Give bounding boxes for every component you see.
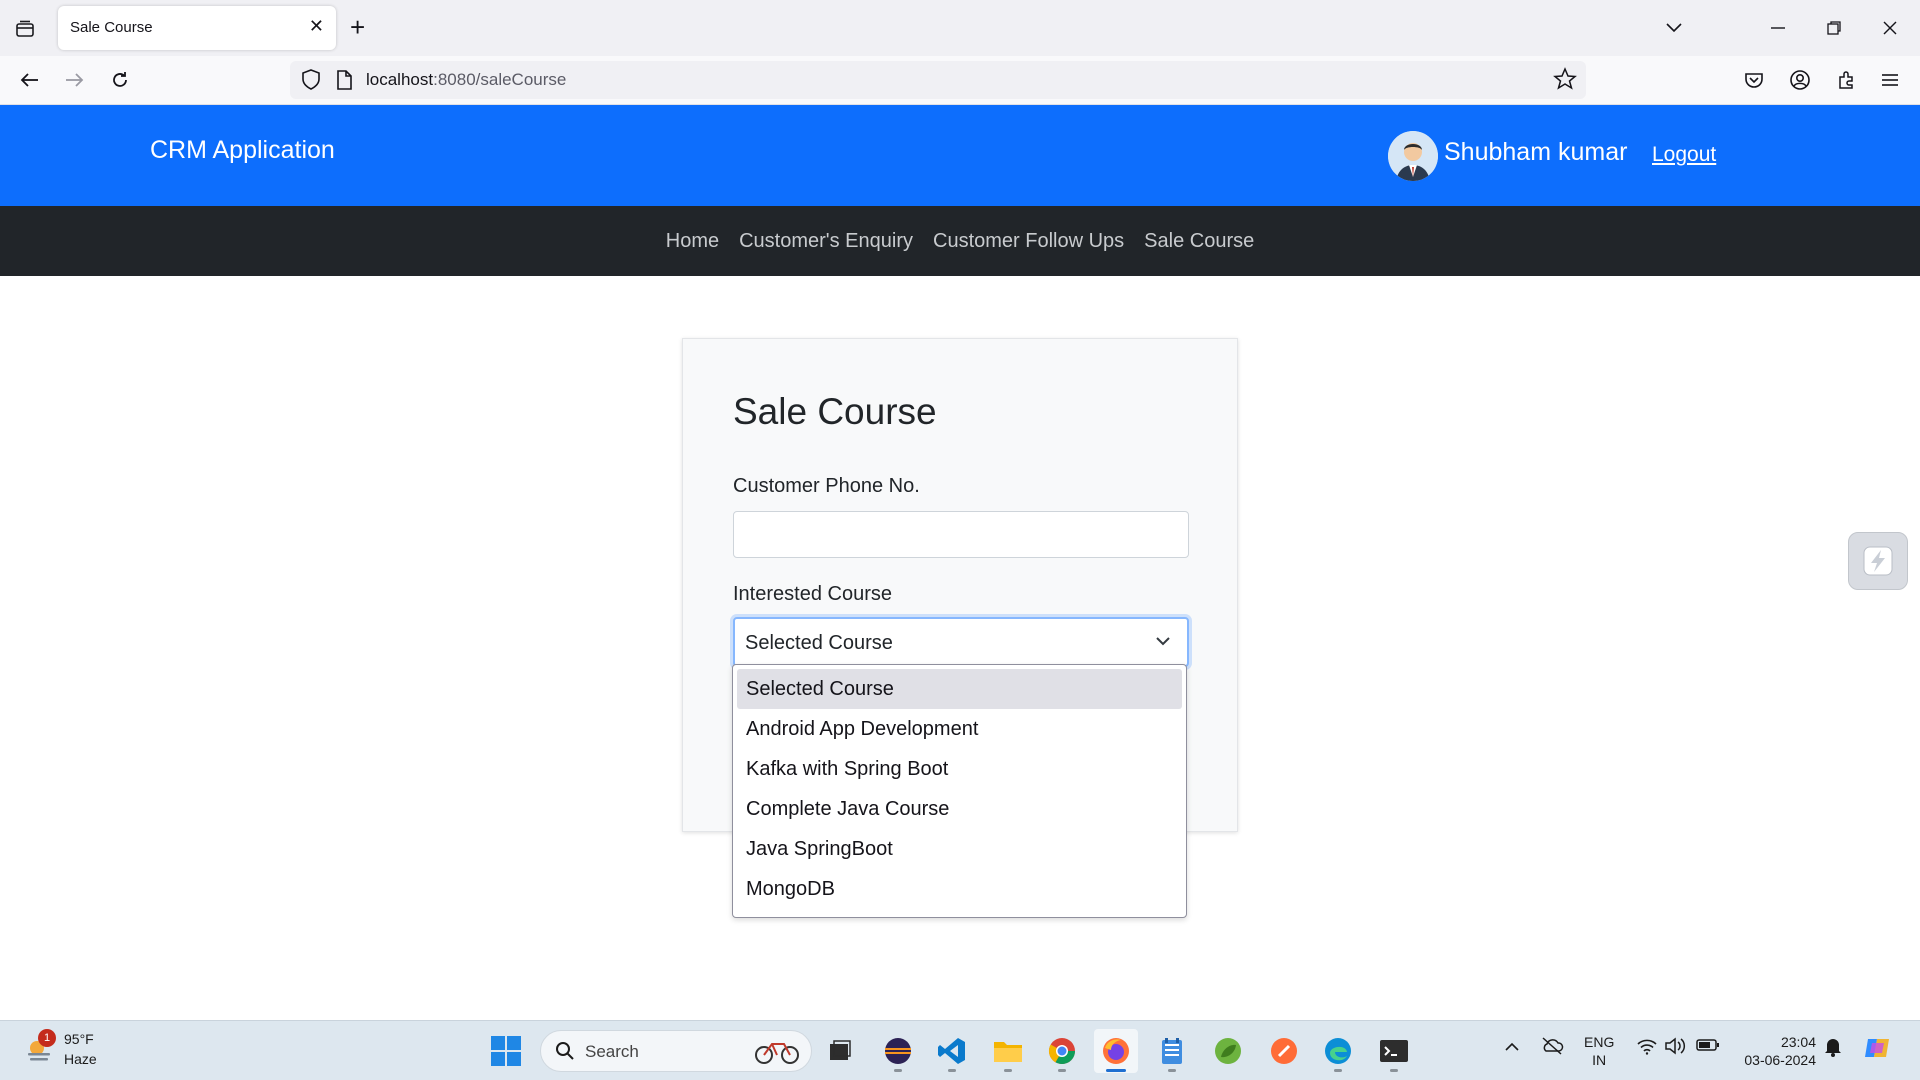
windows-start-icon[interactable] bbox=[490, 1035, 522, 1072]
clock-date: 03-06-2024 bbox=[1744, 1052, 1816, 1068]
nav-item-customer-follow-ups[interactable]: Customer Follow Ups bbox=[923, 230, 1134, 253]
reload-icon[interactable] bbox=[104, 64, 136, 96]
page-info-icon[interactable] bbox=[332, 67, 356, 98]
browser-tab[interactable]: Sale Course ✕ bbox=[58, 6, 336, 50]
dropdown-option[interactable]: Selected Course bbox=[737, 669, 1182, 709]
chrome-icon[interactable] bbox=[1040, 1029, 1084, 1073]
url-host: localhost bbox=[366, 70, 434, 89]
nav-item-sale-course[interactable]: Sale Course bbox=[1134, 230, 1264, 253]
postman-icon[interactable] bbox=[1262, 1029, 1306, 1073]
pocket-icon[interactable] bbox=[1738, 64, 1770, 96]
wifi-icon[interactable] bbox=[1636, 1037, 1658, 1060]
close-window-icon[interactable] bbox=[1870, 10, 1910, 46]
running-indicator bbox=[1168, 1069, 1176, 1072]
weather-temp: 95°F bbox=[64, 1031, 94, 1047]
battery-icon[interactable] bbox=[1696, 1038, 1720, 1057]
dropdown-option[interactable]: MongoDB bbox=[737, 869, 1182, 909]
phone-label: Customer Phone No. bbox=[733, 475, 920, 497]
dropdown-option[interactable]: Complete Java Course bbox=[737, 789, 1182, 829]
page-title: Sale Course bbox=[733, 391, 937, 432]
dropdown-option[interactable]: Kafka with Spring Boot bbox=[737, 749, 1182, 789]
task-view-icon[interactable] bbox=[818, 1029, 862, 1073]
list-all-tabs-icon[interactable] bbox=[1654, 10, 1694, 46]
back-icon[interactable] bbox=[14, 64, 46, 96]
app-header: CRM Application Shubham kumar Logout bbox=[0, 105, 1920, 206]
url-text[interactable]: localhost:8080/saleCourse bbox=[366, 70, 566, 90]
edge-icon[interactable] bbox=[1316, 1029, 1360, 1073]
running-indicator bbox=[1058, 1069, 1066, 1072]
course-dropdown-list: Selected Course Android App Development … bbox=[732, 664, 1187, 918]
region-code: IN bbox=[1592, 1052, 1607, 1068]
taskbar-search[interactable]: Search bbox=[540, 1030, 812, 1072]
bookmark-star-icon[interactable] bbox=[1552, 66, 1578, 97]
search-icon bbox=[555, 1041, 575, 1066]
language-indicator[interactable]: ENG IN bbox=[1584, 1033, 1614, 1069]
browser-toolbar: localhost:8080/saleCourse bbox=[0, 56, 1920, 105]
spring-tools-icon[interactable] bbox=[1206, 1029, 1250, 1073]
chevron-up-icon[interactable] bbox=[1504, 1039, 1520, 1057]
running-indicator bbox=[1390, 1069, 1398, 1072]
running-indicator bbox=[1004, 1069, 1012, 1072]
firefox-icon[interactable] bbox=[1094, 1029, 1138, 1073]
shield-icon[interactable] bbox=[298, 66, 324, 97]
language-code: ENG bbox=[1584, 1034, 1615, 1050]
running-indicator bbox=[1106, 1069, 1126, 1072]
weather-condition: Haze bbox=[64, 1051, 97, 1067]
taskbar: 1 95°F Haze Search ENG IN 23:04 03-06-20… bbox=[0, 1020, 1920, 1080]
browser-tab-bar: Sale Course ✕ + bbox=[0, 0, 1920, 56]
close-tab-icon[interactable]: ✕ bbox=[309, 16, 324, 37]
running-indicator bbox=[948, 1069, 956, 1072]
url-path: :8080/saleCourse bbox=[433, 70, 567, 89]
main-nav: Home Customer's Enquiry Customer Follow … bbox=[0, 206, 1920, 276]
volume-icon[interactable] bbox=[1664, 1037, 1686, 1060]
notification-badge: 1 bbox=[38, 1029, 56, 1047]
forward-icon[interactable] bbox=[58, 64, 90, 96]
tab-title: Sale Course bbox=[70, 19, 153, 36]
extensions-icon[interactable] bbox=[1830, 64, 1862, 96]
restore-icon[interactable] bbox=[1814, 10, 1854, 46]
course-select-value: Selected Course bbox=[745, 632, 893, 654]
notepad-icon[interactable] bbox=[1150, 1029, 1194, 1073]
course-select[interactable]: Selected Course bbox=[733, 617, 1189, 667]
account-icon[interactable] bbox=[1784, 64, 1816, 96]
nav-item-customers-enquiry[interactable]: Customer's Enquiry bbox=[729, 230, 923, 253]
address-bar[interactable]: localhost:8080/saleCourse bbox=[290, 61, 1586, 99]
avatar bbox=[1388, 131, 1438, 181]
floating-helper-button[interactable] bbox=[1848, 532, 1908, 590]
user-name: Shubham kumar bbox=[1444, 138, 1628, 166]
menu-icon[interactable] bbox=[1874, 64, 1906, 96]
logout-link[interactable]: Logout bbox=[1652, 143, 1716, 167]
vscode-icon[interactable] bbox=[930, 1029, 974, 1073]
brand-title[interactable]: CRM Application bbox=[150, 136, 335, 165]
course-label: Interested Course bbox=[733, 583, 892, 605]
onedrive-offline-icon[interactable] bbox=[1540, 1035, 1564, 1060]
search-label: Search bbox=[585, 1042, 639, 1061]
lightning-icon bbox=[1863, 546, 1893, 576]
notification-bell-icon[interactable] bbox=[1824, 1037, 1842, 1062]
file-explorer-icon[interactable] bbox=[986, 1029, 1030, 1073]
nav-item-home[interactable]: Home bbox=[656, 230, 729, 253]
chevron-down-icon bbox=[1155, 633, 1171, 654]
running-indicator bbox=[1334, 1069, 1342, 1072]
minimize-icon[interactable] bbox=[1758, 10, 1798, 46]
phone-input[interactable] bbox=[733, 511, 1189, 558]
dropdown-option[interactable]: Android App Development bbox=[737, 709, 1182, 749]
eclipse-icon[interactable] bbox=[876, 1029, 920, 1073]
tab-list-icon[interactable] bbox=[10, 14, 40, 44]
terminal-icon[interactable] bbox=[1372, 1029, 1416, 1073]
dropdown-option[interactable]: Java SpringBoot bbox=[737, 829, 1182, 869]
new-tab-icon[interactable]: + bbox=[350, 12, 365, 42]
copilot-icon[interactable] bbox=[1862, 1033, 1892, 1068]
clock[interactable]: 23:04 03-06-2024 bbox=[1736, 1033, 1816, 1069]
clock-time: 23:04 bbox=[1780, 1034, 1816, 1050]
bicycle-icon bbox=[753, 1037, 801, 1070]
running-indicator bbox=[894, 1069, 902, 1072]
